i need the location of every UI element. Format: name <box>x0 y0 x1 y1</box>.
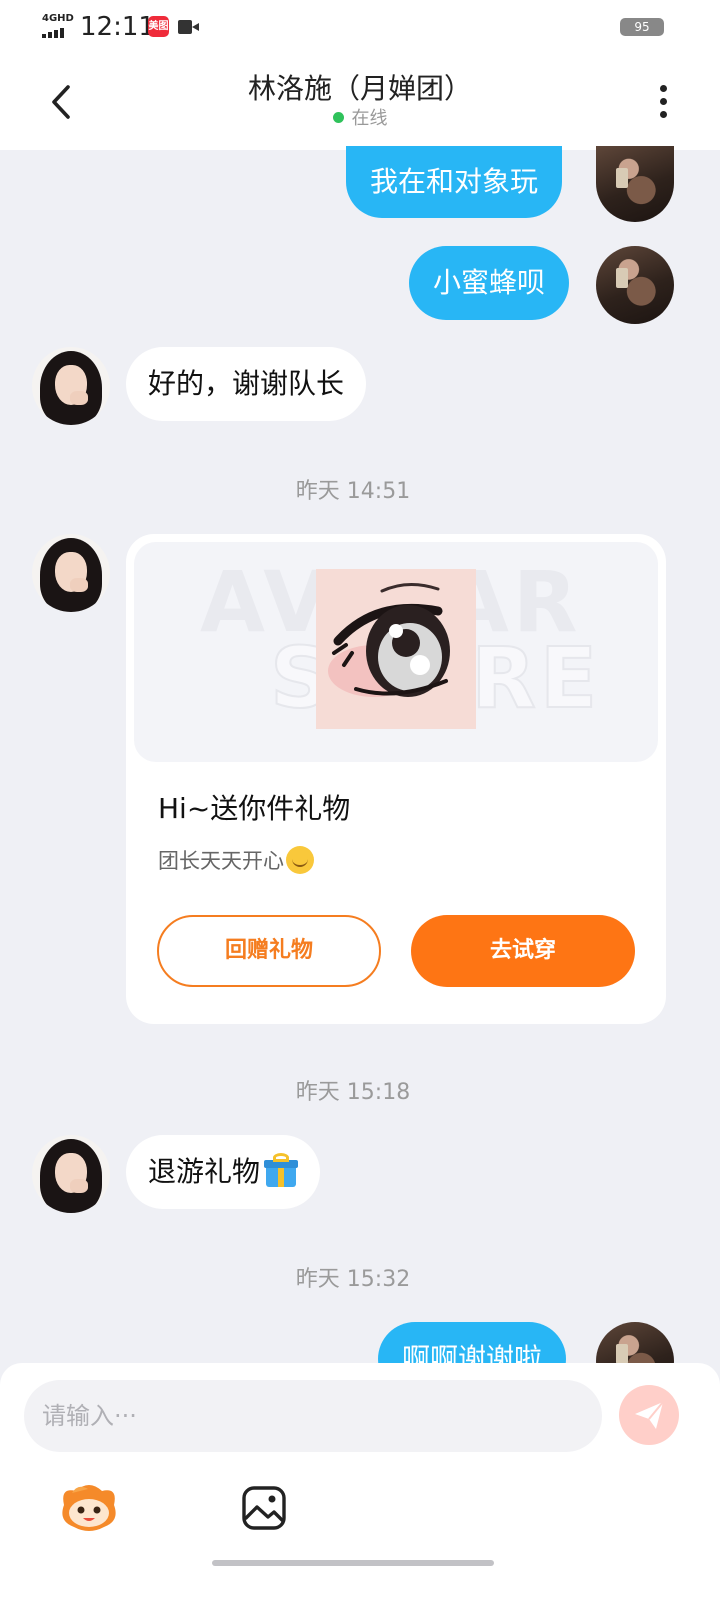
anime-eye-image[interactable] <box>316 569 476 729</box>
chat-title: 林洛施（月婵团） <box>247 72 472 105</box>
chat-header: 林洛施（月婵团） 在线 <box>0 56 720 150</box>
gift-card[interactable]: AVATAR STORE Hi~送你件礼物 团长天天开心 回赠礼物 去试穿 <box>126 534 666 1024</box>
more-options-button[interactable] <box>650 80 676 126</box>
online-status: 在线 <box>0 108 720 130</box>
status-time: 12:11 <box>80 12 155 42</box>
meitu-app-icon: 美图 <box>148 16 169 37</box>
self-avatar[interactable] <box>596 246 674 324</box>
self-avatar[interactable] <box>596 146 674 222</box>
online-dot-icon <box>332 112 344 123</box>
video-camera-icon <box>178 20 200 34</box>
smile-emoji-icon <box>286 846 314 874</box>
message-bubble-peer[interactable]: 好的，谢谢队长 <box>126 347 367 421</box>
paper-plane-icon <box>635 1401 664 1429</box>
network-type: 4GHD <box>42 13 74 24</box>
message-timestamp: 昨天 15:18 <box>295 1080 411 1105</box>
contact-avatar[interactable] <box>32 347 110 425</box>
message-text: 小蜜蜂呗 <box>433 266 546 299</box>
return-gift-button[interactable]: 回赠礼物 <box>157 915 381 987</box>
image-icon <box>242 1486 286 1530</box>
contact-avatar[interactable] <box>32 1135 110 1213</box>
message-bubble-self[interactable]: 我在和对象玩 <box>346 146 563 218</box>
gift-card-title: Hi~送你件礼物 <box>158 792 351 825</box>
status-bar: 4GHD 12:11 美图 95 <box>0 0 720 56</box>
gift-emoji-icon <box>264 1153 299 1187</box>
gift-card-subtitle-text: 团长天天开心 <box>158 849 284 873</box>
gift-preview-banner: AVATAR STORE <box>134 542 658 762</box>
contact-avatar[interactable] <box>32 534 110 612</box>
home-indicator[interactable] <box>212 1560 494 1566</box>
message-input[interactable] <box>24 1380 602 1452</box>
message-timestamp: 昨天 15:32 <box>295 1267 411 1292</box>
gift-card-subtitle: 团长天天开心 <box>158 844 314 878</box>
message-text: 好的，谢谢队长 <box>148 367 345 400</box>
image-picker-button[interactable] <box>241 1485 287 1531</box>
mascot-sticker-button[interactable] <box>58 1481 120 1533</box>
try-on-button[interactable]: 去试穿 <box>411 915 635 987</box>
cellular-signal-icon: 4GHD <box>42 14 74 40</box>
message-text: 我在和对象玩 <box>370 165 539 198</box>
send-button[interactable] <box>619 1385 679 1445</box>
more-vertical-icon <box>650 85 676 118</box>
message-text: 退游礼物 <box>148 1155 261 1188</box>
message-bubble-self[interactable]: 小蜜蜂呗 <box>409 246 570 320</box>
online-status-label: 在线 <box>351 108 388 129</box>
message-bubble-peer[interactable]: 退游礼物 <box>126 1135 321 1209</box>
message-timestamp: 昨天 14:51 <box>295 479 411 504</box>
mascot-sticker-icon <box>62 1485 116 1531</box>
battery-icon: 95 <box>620 18 664 36</box>
